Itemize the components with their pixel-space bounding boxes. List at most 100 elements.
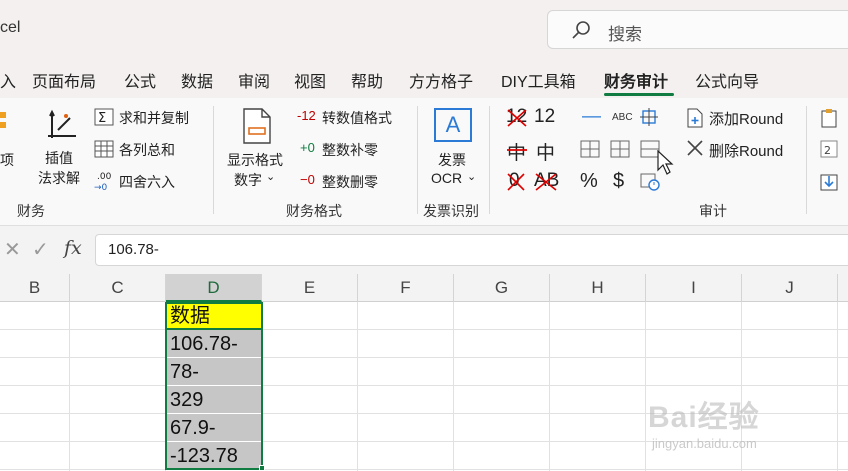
column-header-h[interactable]: H (550, 274, 646, 302)
grid-line (549, 302, 550, 471)
dollar-button[interactable]: $ (613, 170, 624, 193)
strike-cross-icon (507, 173, 525, 191)
selection-border (165, 328, 263, 470)
group-label-audit: 审计 (699, 203, 727, 219)
grid-line (0, 329, 848, 330)
minus-icon[interactable]: — (582, 106, 601, 128)
display-format-label-1: 显示格式 (227, 152, 283, 168)
tab-insert[interactable]: 入 (0, 68, 16, 92)
fill-handle[interactable] (259, 465, 265, 471)
delete-round-icon (687, 140, 703, 156)
group-label-ocr: 发票识别 (423, 203, 479, 219)
strike-cross-icon (535, 173, 557, 191)
formula-bar: ✕ ✓ fx 106.78- (0, 226, 848, 274)
tab-diy-toolbox[interactable]: DIY工具箱 (501, 68, 576, 92)
svg-text:→0: →0 (94, 183, 108, 192)
cancel-icon[interactable]: ✕ (4, 237, 21, 262)
partial-left-label: 项 (0, 152, 14, 168)
strike-line-icon (507, 149, 527, 151)
convert-number-label: 转数值格式 (322, 110, 392, 126)
tab-formula-wizard[interactable]: 公式向导 (695, 68, 759, 92)
formula-input[interactable]: 106.78- (95, 234, 848, 266)
interpolation-icon (48, 109, 76, 138)
partial-icon (0, 112, 6, 128)
grid-line (453, 302, 454, 471)
sum-copy-label: 求和并复制 (119, 110, 189, 126)
pad-zero-label: 整数补零 (322, 142, 378, 158)
round-half-icon: .00 →0 (94, 172, 112, 192)
strike-cross-icon (507, 109, 527, 127)
svg-text:.00: .00 (97, 172, 112, 182)
grid-line (645, 302, 646, 471)
tab-finance-audit[interactable]: 财务审计 (604, 68, 668, 92)
formula-value: 106.78- (108, 241, 159, 258)
grid-line (837, 302, 838, 471)
interpolation-label-1: 插值 (45, 150, 73, 166)
column-header-b[interactable]: B (0, 274, 70, 302)
search-placeholder: 搜索 (608, 25, 642, 44)
group-separator (213, 106, 214, 214)
interpolation-label-2: 法求解 (38, 170, 80, 186)
group-label-finance: 财务 (17, 203, 45, 219)
clipboard-icon[interactable] (820, 108, 840, 128)
watermark-logo: Bai经验 (648, 401, 760, 434)
delete-prefix: −0 (300, 172, 315, 187)
column-header-i[interactable]: I (646, 274, 742, 302)
title-bar: cel 搜索 (0, 0, 848, 60)
sum-copy-icon: Σ (94, 108, 114, 126)
chevron-down-icon: ⌄ (266, 171, 276, 183)
invoice-label: 发票 (438, 152, 466, 168)
group-separator (806, 106, 807, 214)
grid-line (357, 302, 358, 471)
tab-fangfang[interactable]: 方方格子 (409, 68, 473, 92)
tab-formulas[interactable]: 公式 (124, 68, 156, 92)
grid-line (69, 302, 70, 471)
ribbon: 项 插值 法求解 Σ 求和并复制 各列总和 .00 →0 四舍六入 财务 显示格… (0, 98, 848, 226)
insert-function-icon[interactable]: fx (64, 237, 82, 259)
column-header-j[interactable]: J (742, 274, 838, 302)
grid-line (0, 469, 848, 470)
grid-icon[interactable] (580, 140, 600, 158)
search-box[interactable]: 搜索 (547, 10, 848, 49)
column-header-g[interactable]: G (454, 274, 550, 302)
add-round-label: 添加Round (709, 111, 784, 128)
ocr-icon: A (434, 108, 472, 142)
tab-page-layout[interactable]: 页面布局 (32, 68, 96, 92)
import-icon[interactable] (820, 172, 840, 192)
column-total-icon (94, 140, 114, 158)
svg-text:2: 2 (824, 144, 831, 157)
number-two-icon[interactable]: 2 (820, 140, 840, 160)
group-separator (489, 106, 490, 214)
audit-zhong-button[interactable]: 中 (536, 138, 555, 165)
grid-icon[interactable] (610, 140, 630, 158)
calendar-icon[interactable] (640, 172, 662, 192)
tab-review[interactable]: 审阅 (238, 68, 270, 92)
column-header-c[interactable]: C (70, 274, 166, 302)
tab-data[interactable]: 数据 (181, 68, 213, 92)
column-header-d[interactable]: D (166, 274, 262, 302)
grid-line (0, 357, 848, 358)
column-header-e[interactable]: E (262, 274, 358, 302)
group-label-format: 财务格式 (286, 203, 342, 219)
delete-zero-label: 整数删零 (322, 174, 378, 190)
ocr-label: OCR (431, 170, 463, 186)
column-headers: B C D E F G H I J (0, 274, 848, 302)
audit-12-button[interactable]: 12 (534, 106, 555, 128)
abc-button[interactable]: ABC (612, 112, 633, 123)
column-total-label: 各列总和 (119, 142, 175, 158)
column-header-f[interactable]: F (358, 274, 454, 302)
display-format-label-2: 数字 (234, 172, 262, 188)
active-tab-indicator (604, 93, 674, 96)
crosshair-icon[interactable] (640, 108, 658, 126)
convert-prefix: -12 (297, 108, 316, 123)
group-separator (417, 106, 418, 214)
chevron-down-icon: ⌄ (467, 171, 477, 183)
watermark-url: jingyan.baidu.com (652, 436, 757, 451)
tab-help[interactable]: 帮助 (351, 68, 383, 92)
grid-line (0, 385, 848, 386)
percent-button[interactable]: % (580, 170, 598, 193)
ribbon-tabs: 入 页面布局 公式 数据 审阅 视图 帮助 方方格子 DIY工具箱 财务审计 公… (0, 60, 848, 98)
svg-text:Σ: Σ (98, 111, 106, 126)
confirm-icon[interactable]: ✓ (32, 237, 49, 262)
tab-view[interactable]: 视图 (294, 68, 326, 92)
